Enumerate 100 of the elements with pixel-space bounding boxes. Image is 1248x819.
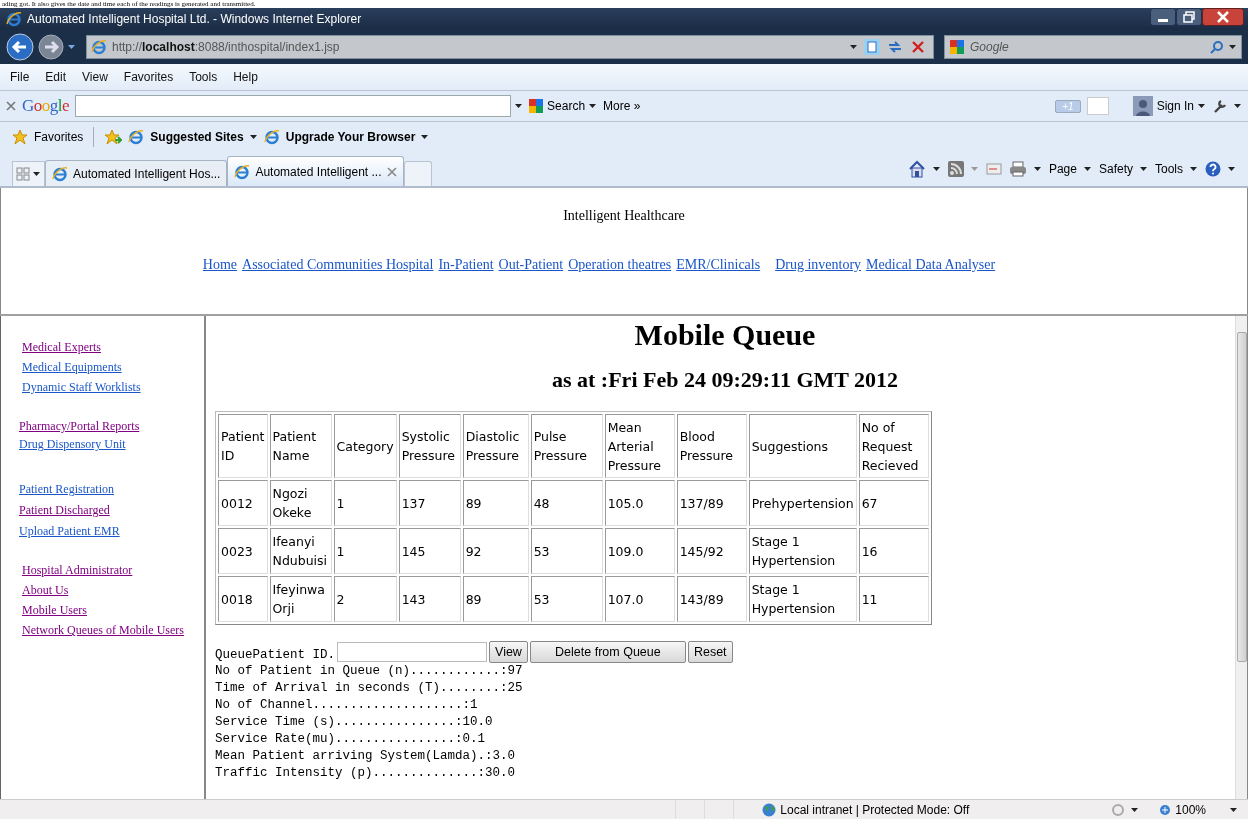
caret-icon[interactable]: [932, 166, 941, 172]
nav-link[interactable]: Home: [202, 257, 238, 273]
command-menu[interactable]: Page: [1048, 162, 1077, 176]
zoom-icon[interactable]: [1159, 803, 1172, 816]
nav-link[interactable]: Drug inventory: [775, 257, 862, 273]
column-header: Patient ID: [218, 414, 268, 478]
star-icon[interactable]: [12, 129, 28, 145]
sidebar-link[interactable]: Medical Experts: [22, 340, 101, 355]
caret-icon[interactable]: [1228, 166, 1236, 172]
table-cell: 2: [333, 576, 397, 622]
nav-link[interactable]: In-Patient: [438, 257, 494, 273]
column-header: Diastolic Pressure: [462, 414, 529, 478]
menu-item[interactable]: Edit: [45, 70, 67, 84]
sidebar-link[interactable]: Upload Patient EMR: [19, 524, 120, 539]
help-icon[interactable]: [1205, 161, 1221, 177]
caret-icon[interactable]: [850, 44, 858, 50]
menu-item[interactable]: Favorites: [123, 70, 174, 84]
close-icon[interactable]: [1202, 8, 1244, 26]
command-menu[interactable]: Safety: [1098, 162, 1133, 176]
nav-link[interactable]: Medical Data Analyser: [866, 257, 996, 273]
scrollbar[interactable]: [1235, 316, 1247, 799]
sidebar-link[interactable]: Mobile Users: [22, 603, 87, 618]
caret-icon[interactable]: [1229, 44, 1237, 50]
feed-icon[interactable]: [947, 161, 964, 177]
nav-link[interactable]: Associated Communities Hospital: [242, 257, 434, 273]
sign-in-button[interactable]: Sign In: [1156, 99, 1194, 113]
action-button[interactable]: View: [489, 641, 528, 663]
print-icon[interactable]: [1008, 161, 1027, 177]
table-cell: Prehypertension: [748, 480, 857, 526]
nav-link[interactable]: Operation theatres: [568, 257, 672, 273]
table-cell: 137: [398, 480, 461, 526]
compatibility-icon[interactable]: [863, 38, 881, 56]
stat-line: Mean Patient arriving System(Lamda).:3.0: [215, 748, 517, 765]
table-cell: 109.0: [604, 528, 675, 574]
forward-icon[interactable]: [38, 34, 64, 60]
nav-link[interactable]: Out-Patient: [498, 257, 564, 273]
browser-tab[interactable]: Automated Intelligent Hos...: [45, 160, 228, 186]
back-icon[interactable]: [6, 33, 34, 61]
wrench-icon[interactable]: [1212, 98, 1228, 114]
stat-line: Time of Arrival in seconds (T)........:25: [215, 680, 524, 697]
action-button[interactable]: Reset: [687, 641, 733, 663]
caret-icon[interactable]: [1140, 166, 1148, 172]
table-cell: 107.0: [604, 576, 675, 622]
caret-icon[interactable]: [1131, 806, 1140, 813]
menu-item[interactable]: Tools: [189, 70, 218, 84]
sidebar-link[interactable]: Dynamic Staff Worklists: [22, 380, 141, 395]
browser-tab[interactable]: Automated Intelligent ...: [227, 156, 404, 186]
add-favorite-icon[interactable]: [104, 129, 123, 145]
sidebar-link[interactable]: Patient Discharged: [19, 503, 110, 518]
google-logo-icon: [949, 39, 965, 55]
sidebar-link[interactable]: Pharmacy/Portal Reports: [19, 419, 140, 434]
caret-icon[interactable]: [1234, 103, 1242, 109]
favorites-button[interactable]: Favorites: [34, 130, 84, 144]
globe-icon: [762, 802, 777, 817]
toolbar-search-field[interactable]: [75, 95, 512, 117]
caret-icon[interactable]: [515, 103, 524, 109]
sidebar-link[interactable]: About Us: [22, 583, 69, 598]
favorites-link[interactable]: Upgrade Your Browser: [285, 130, 416, 144]
address-field[interactable]: http://localhost:8088/inthospital/index1.jsp: [86, 35, 934, 59]
page-icon: [91, 39, 107, 55]
caret-icon[interactable]: [589, 103, 598, 109]
sidebar-link[interactable]: Medical Equipments: [22, 360, 122, 375]
home-icon[interactable]: [907, 160, 926, 178]
page-heading: Mobile Queue: [633, 318, 817, 352]
more-button[interactable]: More »: [603, 99, 641, 113]
table-cell: 105.0: [604, 480, 675, 526]
restore-icon[interactable]: [1176, 8, 1202, 26]
minimize-icon[interactable]: [1150, 8, 1176, 26]
sidebar-link[interactable]: Drug Dispensory Unit: [19, 437, 126, 452]
caret-icon[interactable]: [1190, 166, 1198, 172]
action-button[interactable]: Delete from Queue: [529, 641, 686, 663]
field-label: QueuePatient ID.: [215, 648, 336, 662]
table-cell: Stage 1 Hypertension: [748, 528, 857, 574]
caret-icon[interactable]: [33, 171, 41, 177]
caret-icon[interactable]: [1230, 806, 1238, 813]
column-header: Patient Name: [269, 414, 332, 478]
caret-icon[interactable]: [1083, 166, 1092, 172]
caret-icon[interactable]: [1198, 103, 1206, 109]
menu-item[interactable]: File: [10, 70, 30, 84]
nav-link[interactable]: EMR/Clinicals: [676, 257, 761, 273]
menu-item[interactable]: View: [82, 70, 108, 84]
menu-item[interactable]: Help: [233, 70, 258, 84]
page-icon: [263, 129, 280, 145]
sidebar-link[interactable]: Patient Registration: [19, 482, 114, 497]
search-field[interactable]: Google: [944, 35, 1242, 59]
favorites-link[interactable]: Suggested Sites: [150, 130, 244, 144]
patient-id-field[interactable]: [337, 642, 488, 662]
search-button[interactable]: Search: [547, 99, 586, 113]
caret-icon[interactable]: [421, 134, 430, 140]
caret-icon[interactable]: [1033, 166, 1042, 172]
table-cell: 53: [530, 576, 603, 622]
command-menu[interactable]: Tools: [1155, 162, 1183, 176]
column-header: Pulse Pressure: [530, 414, 603, 478]
sidebar-link[interactable]: Hospital Administrator: [22, 563, 133, 578]
zone-status: Local intranet | Protected Mode: Off: [780, 802, 970, 817]
page-icon: [234, 163, 251, 180]
caret-icon[interactable]: [249, 134, 258, 140]
search-icon[interactable]: [1210, 40, 1224, 54]
zoom-level[interactable]: 100%: [1175, 802, 1206, 817]
sidebar-link[interactable]: Network Queues of Mobile Users: [22, 623, 184, 638]
